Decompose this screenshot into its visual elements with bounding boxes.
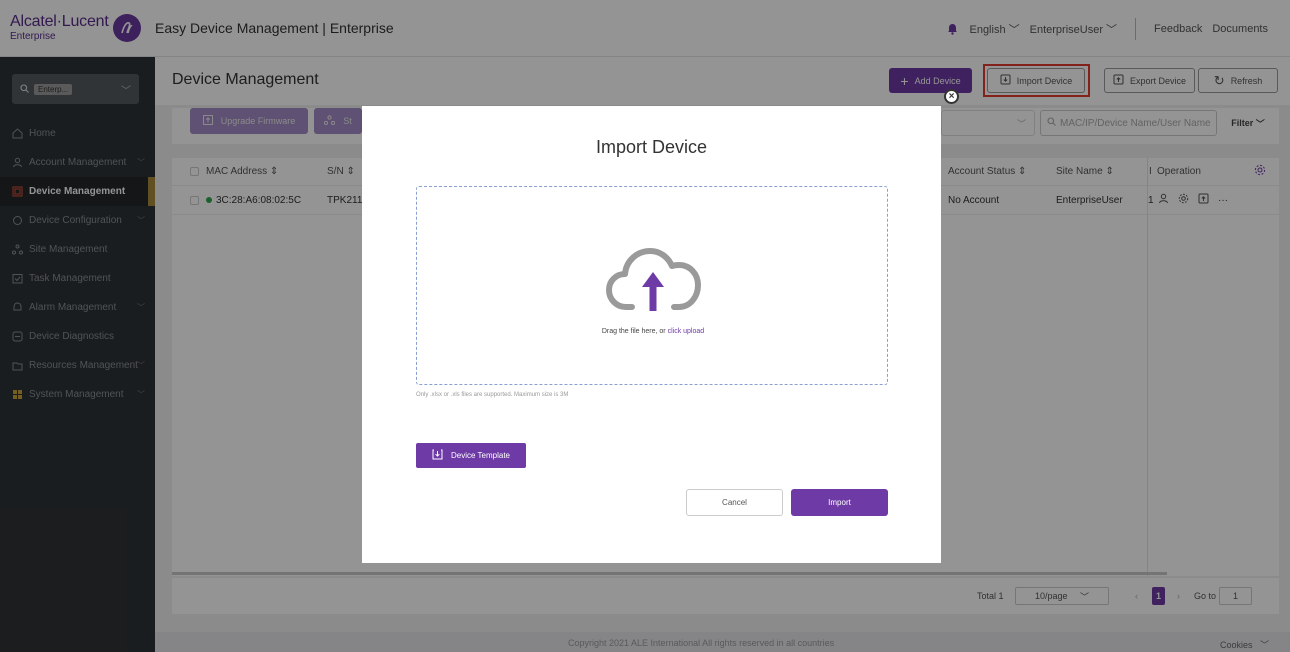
cancel-button[interactable]: Cancel xyxy=(686,489,783,516)
dialog-title: Import Device xyxy=(595,137,708,157)
download-icon xyxy=(432,449,443,462)
drop-instructions: Drag the file here, or click upload xyxy=(417,328,889,335)
import-device-dialog: Import Device Drag the file here, or cli… xyxy=(362,106,941,563)
import-button[interactable]: Import xyxy=(791,489,888,516)
device-template-button[interactable]: Device Template xyxy=(416,443,526,468)
file-type-hint: Only .xlsx or .xls files are supported. … xyxy=(416,392,569,398)
cloud-upload-icon xyxy=(604,237,702,320)
click-upload-link[interactable]: click upload xyxy=(668,328,705,335)
device-template-label: Device Template xyxy=(451,451,510,460)
drop-text: Drag the file here, or xyxy=(601,328,668,335)
file-dropzone[interactable]: Drag the file here, or click upload xyxy=(416,186,888,385)
close-icon[interactable]: × xyxy=(944,89,959,104)
